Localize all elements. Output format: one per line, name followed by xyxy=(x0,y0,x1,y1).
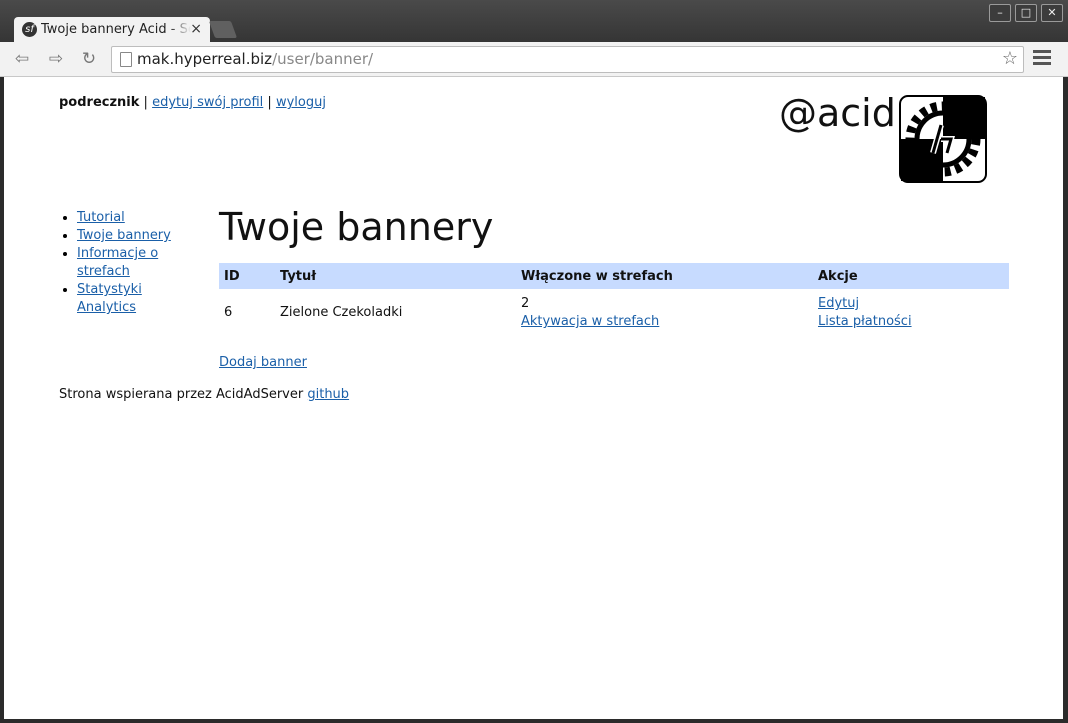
payments-link[interactable]: Lista płatności xyxy=(818,314,912,329)
banners-link[interactable]: Twoje bannery xyxy=(77,228,171,243)
add-banner-link[interactable]: Dodaj banner xyxy=(219,355,307,370)
maximize-button[interactable]: □ xyxy=(1015,4,1037,22)
forward-icon[interactable]: ⇨ xyxy=(44,49,68,69)
col-actions: Akcje xyxy=(813,263,1009,289)
url-text: mak.hyperreal.biz/user/banner/ xyxy=(137,50,374,68)
sidebar-item-tutorial: Tutorial xyxy=(77,209,179,227)
star-icon[interactable]: ☆ xyxy=(1002,48,1018,69)
page-title: Twoje bannery xyxy=(219,205,494,249)
table-row: 6 Zielone Czekoladki 2 Aktywacja w stref… xyxy=(219,289,1009,333)
address-bar[interactable]: mak.hyperreal.biz/user/banner/ ☆ xyxy=(111,46,1024,73)
banners-table: ID Tytuł Włączone w strefach Akcje 6 Zie… xyxy=(219,263,1009,333)
zones-info-link[interactable]: Informacje o strefach xyxy=(77,246,158,279)
page-viewport: podrecznik | edytuj swój profil | wylogu… xyxy=(4,77,1063,719)
new-tab-button[interactable] xyxy=(208,21,238,38)
user-nav: podrecznik | edytuj swój profil | wylogu… xyxy=(59,95,326,110)
main-content: Twoje bannery ID Tytuł Włączone w strefa… xyxy=(219,201,1009,370)
tab-close-icon[interactable]: × xyxy=(190,21,202,37)
edit-link[interactable]: Edytuj xyxy=(818,296,859,311)
page-icon xyxy=(120,52,132,67)
browser-toolbar: ⇦ ⇨ ↻ mak.hyperreal.biz/user/banner/ ☆ xyxy=(0,42,1068,77)
footer-text: Strona wspierana przez AcidAdServer xyxy=(59,387,304,402)
tutorial-link[interactable]: Tutorial xyxy=(77,210,125,225)
table-header-row: ID Tytuł Włączone w strefach Akcje xyxy=(219,263,1009,289)
acid-gear-logo xyxy=(899,95,987,183)
sidebar-item-banners: Twoje bannery xyxy=(77,227,179,245)
browser-tab[interactable]: sf Twoje bannery Acid - Se × xyxy=(14,17,210,43)
sidebar-item-analytics: Statystyki Analytics xyxy=(77,281,179,317)
zones-activation-link[interactable]: Aktywacja w strefach xyxy=(521,314,659,329)
zones-count: 2 xyxy=(521,296,530,311)
logout-link[interactable]: wyloguj xyxy=(276,95,326,110)
sidebar-item-zones: Informacje o strefach xyxy=(77,245,179,281)
edit-profile-link[interactable]: edytuj swój profil xyxy=(152,95,263,110)
cell-title: Zielone Czekoladki xyxy=(280,305,403,320)
cell-actions: Edytuj Lista płatności xyxy=(813,289,1009,333)
brand-name: @acid xyxy=(779,91,896,135)
sidebar-nav: Tutorial Twoje bannery Informacje o stre… xyxy=(59,209,179,317)
window-titlebar: sf Twoje bannery Acid - Se × – □ ✕ xyxy=(0,0,1068,43)
back-icon[interactable]: ⇦ xyxy=(10,49,34,69)
menu-icon[interactable] xyxy=(1033,50,1051,68)
footer: Strona wspierana przez AcidAdServer gith… xyxy=(59,387,349,402)
github-link[interactable]: github xyxy=(307,387,349,402)
col-zones: Włączone w strefach xyxy=(516,263,813,289)
minimize-button[interactable]: – xyxy=(989,4,1011,22)
analytics-link[interactable]: Statystyki Analytics xyxy=(77,282,142,315)
close-window-button[interactable]: ✕ xyxy=(1041,4,1063,22)
col-id: ID xyxy=(219,263,275,289)
col-title: Tytuł xyxy=(275,263,516,289)
cell-zones: 2 Aktywacja w strefach xyxy=(516,289,813,333)
tab-title: Twoje bannery Acid - Se xyxy=(41,22,191,37)
symfony-favicon-icon: sf xyxy=(22,22,37,37)
username: podrecznik xyxy=(59,95,140,110)
cell-id: 6 xyxy=(224,305,233,320)
reload-icon[interactable]: ↻ xyxy=(77,49,101,69)
